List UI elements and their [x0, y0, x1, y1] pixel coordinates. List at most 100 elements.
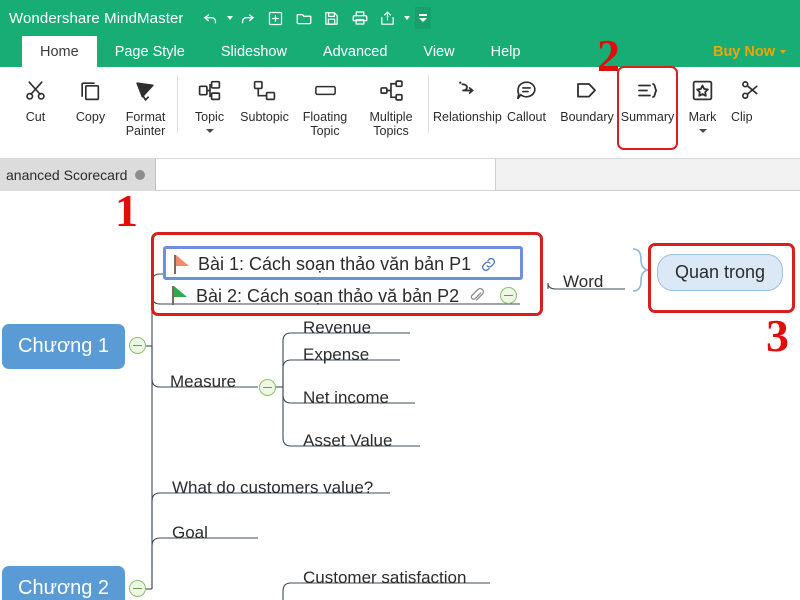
- subtopic-button[interactable]: Subtopic: [237, 67, 292, 147]
- format-painter-button[interactable]: Format Painter: [118, 67, 173, 147]
- clipart-label: Clip: [731, 110, 753, 124]
- topic-measure[interactable]: Measure: [170, 373, 236, 390]
- cut-button[interactable]: Cut: [8, 67, 63, 147]
- format-painter-icon: [133, 74, 158, 106]
- print-icon[interactable]: [347, 5, 373, 31]
- topic-dropdown-caret[interactable]: [205, 129, 214, 133]
- topic-bai2-label: Bài 2: Cách soạn thảo vă bản P2: [196, 285, 460, 306]
- topic-revenue[interactable]: Revenue: [303, 319, 371, 336]
- green-flag-icon: [172, 286, 187, 305]
- topic-expense[interactable]: Expense: [303, 346, 369, 363]
- tab-slideshow[interactable]: Slideshow: [203, 36, 305, 67]
- topic-net-income[interactable]: Net income: [303, 389, 389, 406]
- cut-label: Cut: [25, 110, 46, 124]
- callout-icon: [514, 74, 539, 106]
- boundary-label: Boundary: [560, 110, 614, 124]
- mark-button[interactable]: Mark: [675, 67, 730, 147]
- clipart-button[interactable]: Clip: [730, 67, 770, 147]
- annotation-number-1: 1: [115, 185, 138, 236]
- topic-icon: [197, 74, 222, 106]
- floating-topic-button[interactable]: Floating Topic: [292, 67, 358, 147]
- topic-goal-label: Goal: [172, 523, 208, 542]
- topic-customers-value-question-label: What do customers value?: [172, 478, 374, 497]
- collapse-button-measure[interactable]: [259, 379, 276, 396]
- main-topic-chuong-1-label: Chương 1: [2, 324, 125, 369]
- tab-home[interactable]: Home: [22, 36, 97, 67]
- copy-label: Copy: [75, 110, 106, 124]
- open-folder-icon[interactable]: [291, 5, 317, 31]
- multiple-topics-label: Multiple Topics: [369, 110, 413, 138]
- orange-flag-icon: [174, 255, 189, 274]
- mark-dropdown-caret[interactable]: [698, 129, 707, 133]
- mindmap-canvas[interactable]: Bài 1: Cách soạn thảo văn bản P1 Bài 2: …: [0, 191, 800, 600]
- tab-view-label: View: [423, 43, 455, 60]
- topic-word[interactable]: Word: [563, 273, 603, 290]
- copy-icon: [78, 74, 103, 106]
- copy-button[interactable]: Copy: [63, 67, 118, 147]
- quick-access-overflow-icon[interactable]: [414, 7, 431, 29]
- main-topic-chuong-1[interactable]: Chương 1: [2, 324, 125, 369]
- ribbon-toolbar: Cut Copy Format Painter Topic Subtopic F…: [0, 66, 800, 159]
- collapse-button-chuong-1[interactable]: [129, 337, 146, 354]
- main-topic-chuong-2[interactable]: Chương 2: [2, 566, 125, 600]
- subtopic-label: Subtopic: [240, 110, 289, 124]
- buy-now-button[interactable]: Buy Now: [713, 44, 786, 60]
- ribbon-divider-1: [177, 75, 178, 133]
- topic-measure-label: Measure: [170, 372, 237, 391]
- buy-now-label: Buy Now: [712, 44, 775, 60]
- summary-result-topic[interactable]: Quan trong: [657, 254, 784, 291]
- format-painter-label: Format Painter: [125, 110, 166, 138]
- summary-icon: [635, 74, 661, 106]
- ribbon-divider-2: [428, 75, 429, 133]
- tab-page-style-label: Page Style: [114, 43, 185, 60]
- callout-button[interactable]: Callout: [499, 67, 554, 147]
- floating-topic-label: Floating Topic: [302, 110, 348, 138]
- export-share-icon[interactable]: [375, 5, 401, 31]
- undo-dropdown-caret[interactable]: [226, 16, 233, 20]
- topic-asset-value[interactable]: Asset Value: [303, 432, 392, 449]
- scissors-icon: [23, 74, 48, 106]
- mark-label: Mark: [688, 110, 717, 124]
- document-tab-label: ananced Scorecard: [6, 167, 128, 183]
- tab-view[interactable]: View: [405, 36, 472, 67]
- app-title: Wondershare MindMaster: [9, 9, 184, 27]
- ribbon-group-topics: Topic Subtopic Floating Topic Multiple T…: [182, 67, 424, 159]
- undo-icon[interactable]: [198, 5, 224, 31]
- topic-label: Topic: [194, 110, 225, 124]
- tab-page-style[interactable]: Page Style: [97, 36, 203, 67]
- topic-customers-value-question[interactable]: What do customers value?: [172, 479, 373, 496]
- tab-help-label: Help: [490, 43, 521, 60]
- document-modified-dot-icon[interactable]: [135, 170, 146, 180]
- summary-label: Summary: [620, 110, 675, 124]
- ribbon-group-clipboard: Cut Copy Format Painter: [8, 67, 173, 159]
- summary-button[interactable]: Summary: [617, 66, 678, 150]
- topic-goal[interactable]: Goal: [172, 524, 208, 541]
- multiple-topics-button[interactable]: Multiple Topics: [358, 67, 424, 147]
- relationship-label: Relationship: [433, 110, 502, 124]
- topic-customer-satisfaction[interactable]: Customer satisfaction: [303, 569, 466, 586]
- subtopic-icon: [252, 74, 277, 106]
- collapse-button-bai2[interactable]: [500, 287, 518, 304]
- topic-word-label: Word: [563, 272, 604, 291]
- tab-help[interactable]: Help: [473, 36, 539, 67]
- topic-bai2[interactable]: Bài 2: Cách soạn thảo vă bản P2: [172, 283, 525, 308]
- annotation-number-3: 3: [766, 310, 789, 361]
- annotation-number-2: 2: [597, 30, 620, 81]
- save-icon[interactable]: [319, 5, 345, 31]
- mindmaster-window: Wondershare MindMaster Home Page Style S…: [0, 0, 800, 600]
- relationship-button[interactable]: Relationship: [433, 67, 502, 147]
- new-icon[interactable]: [263, 5, 289, 31]
- selected-topic-box[interactable]: Bài 1: Cách soạn thảo văn bản P1: [163, 246, 523, 280]
- tab-advanced[interactable]: Advanced: [305, 36, 406, 67]
- export-dropdown-caret[interactable]: [403, 16, 410, 20]
- buy-now-dropdown-caret[interactable]: [780, 50, 786, 54]
- collapse-button-chuong-2[interactable]: [129, 580, 146, 597]
- quick-access-toolbar: [198, 5, 431, 31]
- relationship-icon: [454, 74, 479, 106]
- tab-advanced-label: Advanced: [322, 43, 388, 60]
- topic-customer-satisfaction-label: Customer satisfaction: [303, 568, 467, 587]
- redo-icon[interactable]: [235, 5, 261, 31]
- hyperlink-icon[interactable]: [480, 256, 497, 273]
- topic-button[interactable]: Topic: [182, 67, 237, 147]
- paperclip-icon[interactable]: [468, 287, 485, 304]
